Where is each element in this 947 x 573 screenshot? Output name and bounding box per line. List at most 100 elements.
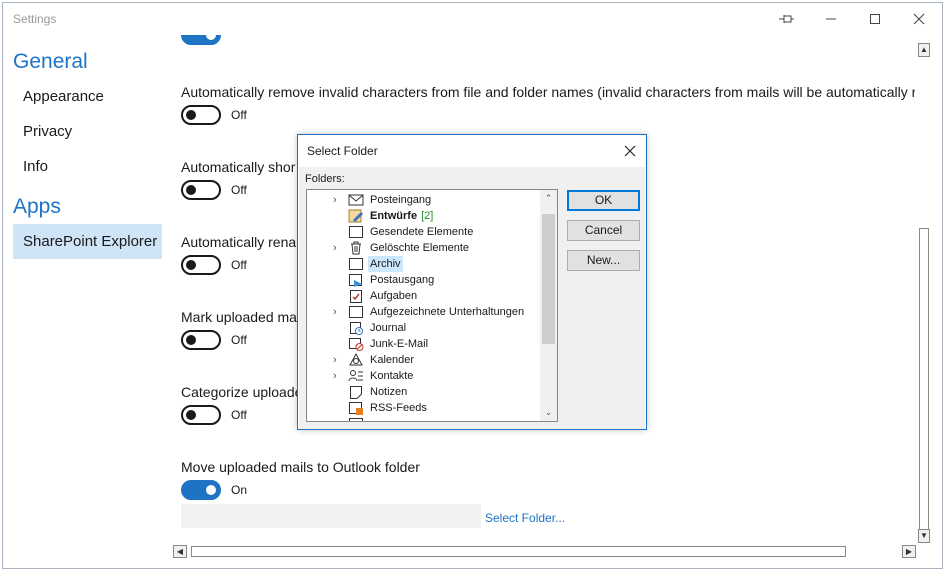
scroll-left-arrow-icon[interactable]: ◀ bbox=[173, 545, 187, 558]
scroll-down-arrow-icon[interactable]: ▼ bbox=[918, 529, 930, 543]
selected-folder-field bbox=[181, 504, 481, 528]
maximize-button[interactable] bbox=[853, 3, 897, 35]
vertical-scroll-thumb[interactable] bbox=[919, 228, 929, 538]
tree-item-gesendete-elemente[interactable]: Gesendete Elemente bbox=[307, 224, 539, 240]
sidebar-heading-apps: Apps bbox=[13, 195, 61, 218]
folder-icon bbox=[349, 418, 363, 421]
toggle-knob bbox=[186, 335, 196, 345]
toggle-state-label: On bbox=[231, 483, 248, 497]
tree-item-label: Notizen bbox=[370, 386, 408, 398]
chevron-right-icon[interactable]: › bbox=[333, 192, 343, 208]
scroll-up-arrow-icon[interactable]: ▲ bbox=[918, 43, 930, 57]
sidebar: General Appearance Privacy Info Apps Sha… bbox=[3, 43, 163, 259]
toggle-knob bbox=[206, 35, 216, 40]
chevron-down-icon[interactable]: ⌄ bbox=[540, 404, 557, 420]
sidebar-heading-general: General bbox=[13, 50, 88, 73]
chevron-right-icon[interactable]: › bbox=[333, 368, 343, 384]
tree-item-kontakte[interactable]: › Kontakte bbox=[307, 368, 539, 384]
tree-item-notizen[interactable]: Notizen bbox=[307, 384, 539, 400]
tree-item-rss-feeds[interactable]: RSS-Feeds bbox=[307, 400, 539, 416]
option-label-remove-invalid-chars: Automatically remove invalid characters … bbox=[181, 84, 915, 100]
option-label-automatically-shorten: Automatically shor bbox=[181, 159, 296, 175]
tree-item-archiv[interactable]: Archiv bbox=[307, 256, 539, 272]
sidebar-item-appearance[interactable]: Appearance bbox=[13, 79, 162, 114]
toggle-previous[interactable] bbox=[181, 35, 221, 45]
folder-icon bbox=[349, 306, 363, 318]
tree-item-label: Entwürfe [2] bbox=[368, 208, 435, 224]
toggle-state-label: Off bbox=[231, 108, 247, 122]
sidebar-item-privacy[interactable]: Privacy bbox=[13, 114, 162, 149]
toggle-mark-uploaded[interactable] bbox=[181, 330, 221, 350]
scroll-right-arrow-icon[interactable]: ▶ bbox=[902, 545, 916, 558]
tree-item-partial[interactable] bbox=[307, 416, 539, 421]
chevron-right-icon[interactable]: › bbox=[333, 304, 343, 320]
ok-button[interactable]: OK bbox=[567, 190, 640, 211]
trash-icon bbox=[351, 241, 361, 255]
folder-tree-scrollbar[interactable]: ⌃ ⌄ bbox=[540, 190, 557, 421]
toggle-state-label: Off bbox=[231, 333, 247, 347]
toggle-state-label: Off bbox=[231, 183, 247, 197]
toggle-categorize-uploaded[interactable] bbox=[181, 405, 221, 425]
maximize-icon bbox=[870, 14, 880, 24]
tree-item-aufgaben[interactable]: Aufgaben bbox=[307, 288, 539, 304]
tree-item-posteingang[interactable]: › Posteingang bbox=[307, 192, 539, 208]
sidebar-item-sharepoint-explorer[interactable]: SharePoint Explorer bbox=[13, 224, 162, 259]
tree-item-label: Kontakte bbox=[370, 370, 414, 382]
dialog-body: Folders: › Posteingang Entwürfe [2] Gesen… bbox=[299, 167, 645, 429]
minimize-button[interactable] bbox=[809, 3, 853, 35]
chevron-right-icon[interactable]: › bbox=[333, 352, 343, 368]
toggle-remove-invalid-chars[interactable] bbox=[181, 105, 221, 125]
tree-item-journal[interactable]: Journal bbox=[307, 320, 539, 336]
toggle-automatically-shorten[interactable] bbox=[181, 180, 221, 200]
new-folder-button[interactable]: New... bbox=[567, 250, 640, 271]
toggle-automatically-rename[interactable] bbox=[181, 255, 221, 275]
chevron-up-icon[interactable]: ⌃ bbox=[540, 190, 557, 206]
tree-item-postausgang[interactable]: Postausgang bbox=[307, 272, 539, 288]
tree-item-aufgezeichnete-unterhaltungen[interactable]: › Aufgezeichnete Unterhaltungen bbox=[307, 304, 539, 320]
pin-button[interactable] bbox=[765, 3, 809, 35]
tree-item-label: Junk-E-Mail bbox=[370, 338, 429, 350]
junk-icon bbox=[349, 338, 364, 351]
rss-icon bbox=[349, 402, 363, 415]
unread-count: [2] bbox=[421, 210, 434, 222]
select-folder-dialog: Select Folder Folders: › Posteingang Ent… bbox=[297, 134, 647, 430]
contacts-icon bbox=[348, 370, 363, 382]
select-folder-link[interactable]: Select Folder... bbox=[485, 511, 565, 525]
toggle-state-label: Off bbox=[231, 408, 247, 422]
dialog-close-button[interactable] bbox=[620, 141, 640, 161]
toggle-state-label: Off bbox=[231, 258, 247, 272]
option-label-move-to-outlook-folder: Move uploaded mails to Outlook folder bbox=[181, 459, 420, 475]
close-icon bbox=[624, 145, 636, 157]
inbox-icon bbox=[348, 194, 364, 206]
close-button[interactable] bbox=[897, 3, 941, 35]
tree-item-label: Gelöschte Elemente bbox=[370, 242, 470, 254]
tree-item-junk-e-mail[interactable]: Junk-E-Mail bbox=[307, 336, 539, 352]
toggle-knob bbox=[186, 410, 196, 420]
notes-icon bbox=[350, 386, 362, 399]
pin-icon bbox=[779, 15, 794, 23]
toggle-move-to-outlook-folder[interactable] bbox=[181, 480, 221, 500]
tree-item-label: Postausgang bbox=[370, 274, 435, 286]
title-bar: Settings bbox=[3, 3, 942, 35]
tree-item-kalender[interactable]: › Kalender bbox=[307, 352, 539, 368]
window-title: Settings bbox=[13, 12, 57, 26]
toggle-knob bbox=[186, 185, 196, 195]
folder-tree[interactable]: › Posteingang Entwürfe [2] Gesendete Elem… bbox=[306, 189, 558, 422]
folders-label: Folders: bbox=[305, 173, 345, 185]
horizontal-scrollbar[interactable]: ◀ ▶ bbox=[173, 544, 918, 560]
folder-icon bbox=[349, 258, 363, 270]
drafts-icon bbox=[348, 209, 363, 223]
tree-item-entwuerfe[interactable]: Entwürfe [2] bbox=[307, 208, 539, 224]
tree-item-label: RSS-Feeds bbox=[370, 402, 427, 414]
tree-item-label: Aufgaben bbox=[370, 290, 418, 302]
vertical-scrollbar[interactable]: ▲ ▼ bbox=[915, 43, 933, 543]
journal-icon bbox=[350, 322, 363, 335]
cancel-button[interactable]: Cancel bbox=[567, 220, 640, 241]
horizontal-scroll-thumb[interactable] bbox=[191, 546, 846, 557]
tree-item-label: Journal bbox=[370, 322, 407, 334]
chevron-right-icon[interactable]: › bbox=[333, 240, 343, 256]
folder-tree-scroll-thumb[interactable] bbox=[542, 214, 555, 344]
tree-item-label: Aufgezeichnete Unterhaltungen bbox=[370, 306, 525, 318]
sidebar-item-info[interactable]: Info bbox=[13, 149, 162, 184]
tree-item-geloeschte-elemente[interactable]: › Gelöschte Elemente bbox=[307, 240, 539, 256]
